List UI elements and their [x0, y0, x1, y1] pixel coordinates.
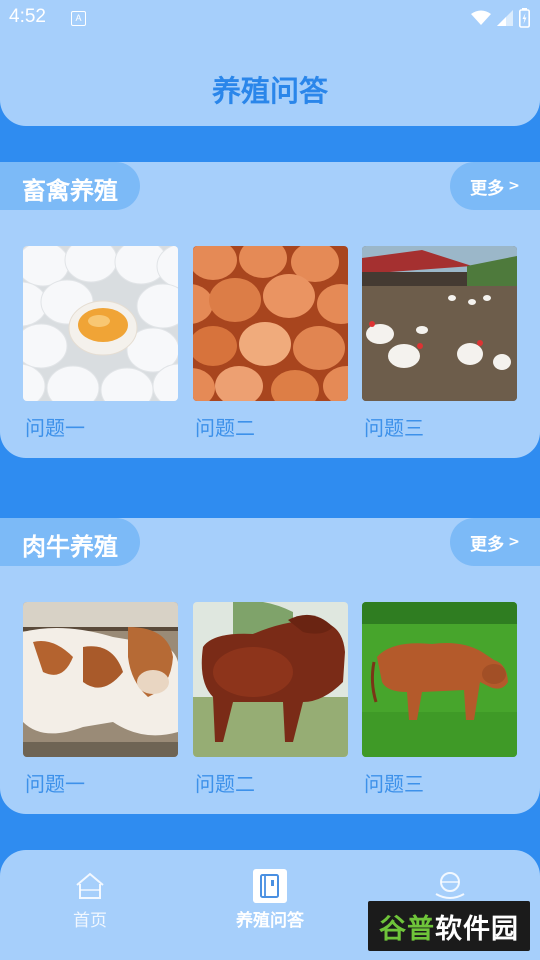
section-title: 肉牛养殖 [22, 533, 118, 561]
watermark-logo: 谷普软件园 [368, 901, 530, 951]
cattle-pen-image [23, 602, 178, 757]
question-card[interactable]: 问题二 [193, 602, 348, 796]
question-label: 问题三 [364, 416, 424, 440]
wifi-icon [471, 10, 491, 25]
brown-bull-image [193, 602, 348, 757]
section-title: 畜禽养殖 [22, 177, 118, 205]
more-label: 更多 [470, 178, 505, 199]
page-title: 养殖问答 [211, 74, 328, 108]
system-icons [471, 7, 530, 29]
tab-home[interactable]: 首页 [30, 850, 150, 950]
question-label: 问题一 [25, 416, 85, 440]
white-eggs-image [23, 246, 178, 401]
chevron-right-icon: > [508, 178, 520, 194]
section-poultry: 畜禽养殖 更多 > 问题一 问题二 问题三 [0, 162, 540, 458]
tab-qa[interactable]: 养殖问答 [210, 850, 330, 950]
question-label: 问题二 [195, 416, 255, 440]
cow-grass-image [362, 602, 517, 757]
section-title-tab: 畜禽养殖 [0, 162, 140, 210]
tab-label: 养殖问答 [236, 911, 304, 931]
brown-eggs-image [193, 246, 348, 401]
section-beef-cattle: 肉牛养殖 更多 > 问题一 问题二 问题三 [0, 518, 540, 814]
watermark-part1: 谷普 [379, 913, 435, 945]
qa-book-icon [253, 869, 287, 903]
more-button[interactable]: 更多 > [450, 518, 540, 566]
question-label: 问题二 [195, 772, 255, 796]
profile-icon [435, 872, 465, 899]
question-label: 问题一 [25, 772, 85, 796]
home-icon [76, 872, 104, 899]
watermark-part2: 软件园 [435, 913, 519, 945]
tab-label: 首页 [73, 911, 107, 931]
question-card[interactable]: 问题一 [23, 602, 178, 796]
question-label: 问题三 [364, 772, 424, 796]
more-button[interactable]: 更多 > [450, 162, 540, 210]
more-label: 更多 [470, 534, 505, 555]
question-card[interactable]: 问题二 [193, 246, 348, 440]
notification-icon: A [71, 11, 86, 26]
battery-icon [519, 8, 530, 28]
question-card[interactable]: 问题一 [23, 246, 178, 440]
header: 4:52 A 养殖问答 [0, 0, 540, 126]
chevron-right-icon: > [508, 534, 520, 550]
question-card[interactable]: 问题三 [362, 602, 517, 796]
status-time: 4:52 [9, 6, 46, 27]
question-card[interactable]: 问题三 [362, 246, 517, 440]
cellular-signal-icon [497, 10, 513, 26]
chickens-farm-image [362, 246, 517, 401]
status-bar: 4:52 A [0, 0, 540, 36]
section-title-tab: 肉牛养殖 [0, 518, 140, 566]
